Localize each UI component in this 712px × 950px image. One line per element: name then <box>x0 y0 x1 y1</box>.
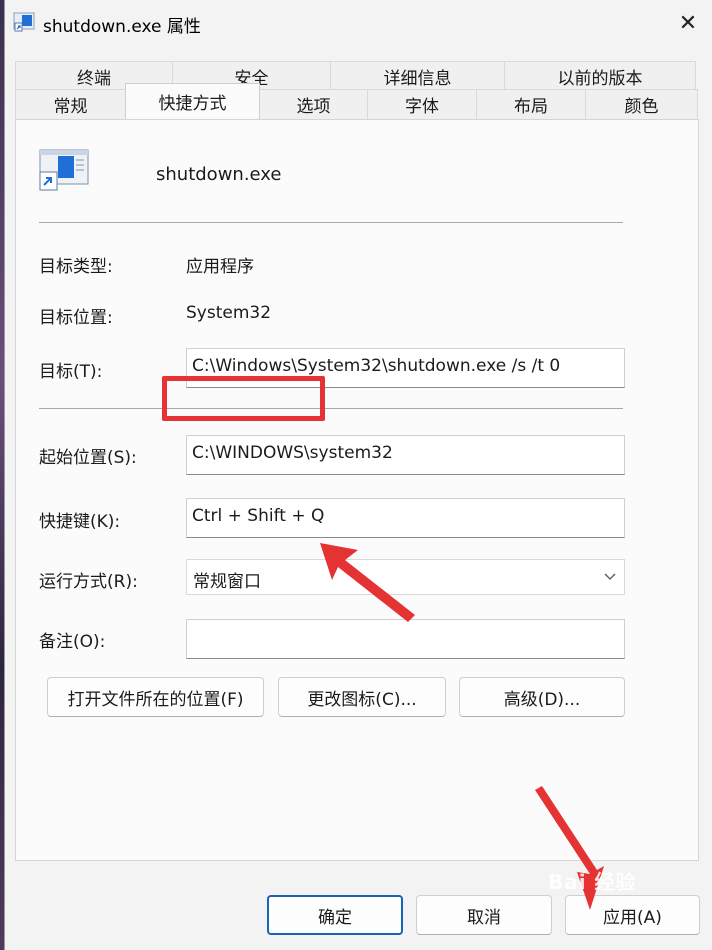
window-title: shutdown.exe 属性 <box>43 17 201 37</box>
app-icon <box>13 12 35 32</box>
close-icon[interactable]: ✕ <box>664 0 712 46</box>
tab-options[interactable]: 选项 <box>259 89 368 119</box>
title-bar: shutdown.exe 属性 ✕ <box>5 0 712 46</box>
tab-general[interactable]: 常规 <box>15 89 126 119</box>
tab-row-bottom: 常规 快捷方式 选项 字体 布局 颜色 <box>15 83 698 119</box>
shortcut-panel: shutdown.exe 目标类型: 应用程序 目标位置: System32 目… <box>15 119 699 861</box>
target-label: 目标(T): <box>39 362 103 382</box>
tab-colors[interactable]: 颜色 <box>585 89 698 119</box>
run-label: 运行方式(R): <box>39 572 138 592</box>
advanced-button[interactable]: 高级(D)... <box>459 677 625 717</box>
cancel-button[interactable]: 取消 <box>416 895 552 935</box>
tab-details[interactable]: 详细信息 <box>330 61 505 91</box>
shortcut-name: shutdown.exe <box>156 164 282 185</box>
target-type-label: 目标类型: <box>39 257 113 277</box>
annotation-highlight-box <box>162 376 325 421</box>
comment-field[interactable] <box>186 619 625 659</box>
change-icon-button[interactable]: 更改图标(C)... <box>278 677 446 717</box>
run-select-value: 常规窗口 <box>193 572 261 592</box>
hotkey-field[interactable]: Ctrl + Shift + Q <box>186 498 625 538</box>
properties-dialog: shutdown.exe 属性 ✕ 终端 安全 详细信息 以前的版本 常规 快捷… <box>4 0 712 950</box>
start-in-field[interactable]: C:\WINDOWS\system32 <box>186 435 625 475</box>
hotkey-label: 快捷键(K): <box>39 512 121 532</box>
tab-shortcut[interactable]: 快捷方式 <box>125 83 260 119</box>
open-file-location-button[interactable]: 打开文件所在的位置(F) <box>47 677 264 717</box>
watermark-text: Bai 经验 <box>548 870 637 894</box>
target-location-value: System32 <box>186 303 272 323</box>
tab-font[interactable]: 字体 <box>367 89 477 119</box>
tab-row-top: 终端 安全 详细信息 以前的版本 <box>15 61 696 91</box>
ok-button[interactable]: 确定 <box>267 895 403 935</box>
tab-previous-versions[interactable]: 以前的版本 <box>504 61 696 91</box>
apply-button[interactable]: 应用(A) <box>565 895 700 935</box>
target-type-value: 应用程序 <box>186 257 254 277</box>
chevron-down-icon <box>604 573 616 580</box>
shortcut-app-icon <box>39 149 89 191</box>
divider <box>39 222 623 223</box>
comment-label: 备注(O): <box>39 632 106 652</box>
start-in-label: 起始位置(S): <box>39 448 137 468</box>
divider <box>39 408 623 409</box>
target-location-label: 目标位置: <box>39 308 113 328</box>
tab-layout[interactable]: 布局 <box>476 89 586 119</box>
run-select[interactable]: 常规窗口 <box>186 559 625 595</box>
